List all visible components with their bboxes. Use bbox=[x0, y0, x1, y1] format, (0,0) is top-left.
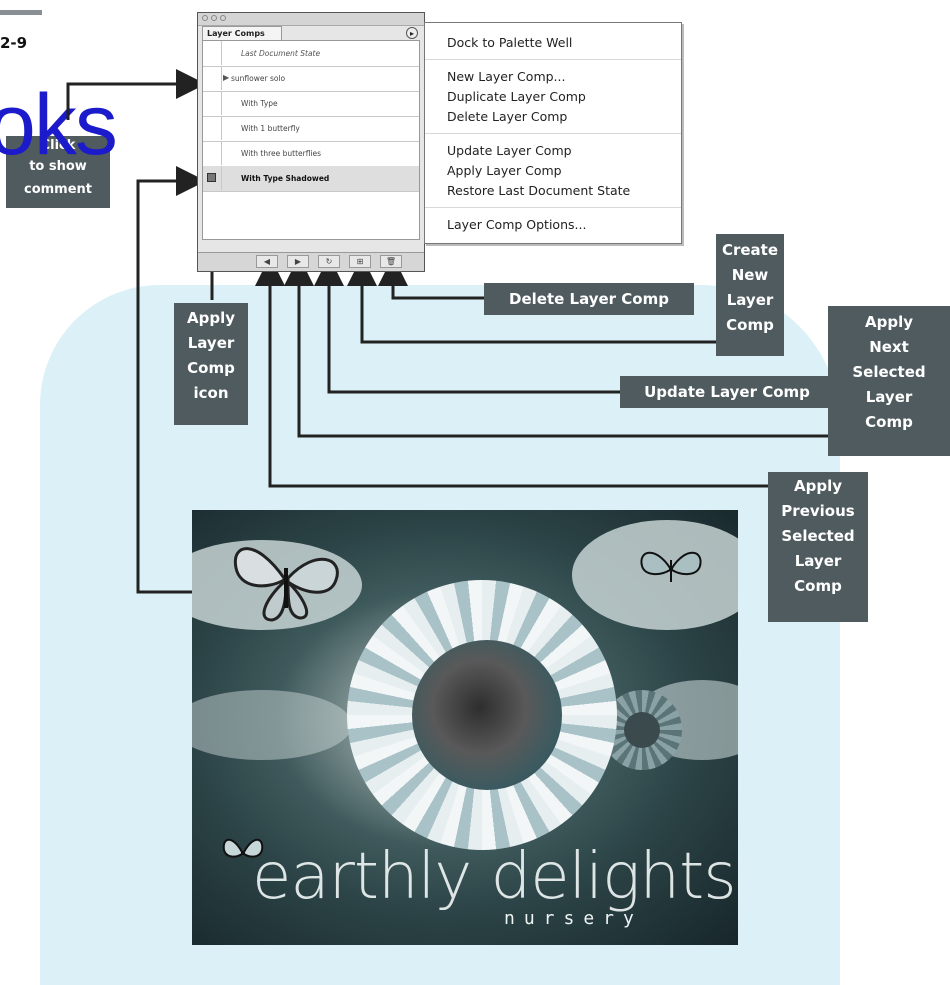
layer-comp-row-selected[interactable]: With Type Shadowed bbox=[203, 166, 419, 192]
callout-line: Comp bbox=[865, 413, 913, 431]
callout-line: Previous bbox=[781, 502, 855, 520]
layer-comp-row[interactable]: ▶ sunflower solo bbox=[203, 66, 419, 92]
menu-item-dock[interactable]: Dock to Palette Well bbox=[447, 35, 572, 50]
layer-comp-label: sunflower solo bbox=[231, 74, 286, 83]
layer-comp-row[interactable]: With 1 butterfly bbox=[203, 116, 419, 142]
minimize-dot-icon[interactable] bbox=[211, 15, 217, 21]
callout-line: Comp bbox=[794, 577, 842, 595]
palette-bottom-bar: ◀ ▶ ↻ ⊞ 🗑 bbox=[198, 252, 424, 271]
sunflower-center bbox=[412, 640, 562, 790]
apply-checkbox[interactable] bbox=[203, 166, 222, 190]
callout-line: Selected bbox=[781, 527, 855, 545]
apply-checkbox[interactable] bbox=[203, 41, 222, 65]
callout-line: Create bbox=[721, 241, 779, 259]
menu-separator bbox=[425, 133, 681, 134]
connector-update bbox=[314, 256, 620, 394]
callout-line: Layer bbox=[187, 334, 235, 352]
callout-line: New bbox=[731, 266, 769, 284]
layer-comp-label: With Type bbox=[241, 99, 278, 108]
callout-apply-previous-selected: Apply Previous Selected Layer Comp bbox=[768, 472, 868, 622]
layer-comp-label: With Type Shadowed bbox=[241, 174, 330, 183]
close-dot-icon[interactable] bbox=[202, 15, 208, 21]
callout-line: Layer bbox=[794, 552, 842, 570]
layer-comps-palette: Layer Comps ▸ Last Document State ▶ sunf… bbox=[197, 12, 425, 272]
callout-line: Selected bbox=[852, 363, 926, 381]
zoom-dot-icon[interactable] bbox=[220, 15, 226, 21]
layer-comp-label: With three butterflies bbox=[241, 149, 322, 158]
logo-nursery: nursery bbox=[504, 908, 643, 929]
callout-line: Layer bbox=[726, 291, 774, 309]
callout-update-layer-comp: Update Layer Comp bbox=[620, 376, 834, 408]
menu-item-delete[interactable]: Delete Layer Comp bbox=[447, 109, 567, 124]
palette-titlebar[interactable] bbox=[198, 13, 424, 26]
apply-checkbox[interactable] bbox=[203, 91, 222, 115]
layer-comp-row[interactable]: With Type bbox=[203, 91, 419, 117]
menu-separator bbox=[425, 207, 681, 208]
connector-note-to-row bbox=[66, 69, 206, 120]
menu-item-options[interactable]: Layer Comp Options... bbox=[447, 217, 586, 232]
callout-line: Apply bbox=[864, 313, 913, 331]
callout-line: Comp bbox=[187, 359, 235, 377]
logo-earthly-delights: earthly delights bbox=[252, 840, 737, 914]
cloud bbox=[192, 690, 352, 760]
menu-item-apply[interactable]: Apply Layer Comp bbox=[447, 163, 562, 178]
artwork-preview: earthly delights nursery bbox=[192, 510, 738, 945]
callout-line: Comp bbox=[726, 316, 774, 334]
callout-apply-next-selected: Apply Next Selected Layer Comp bbox=[828, 306, 950, 456]
palette-flyout-menu: Dock to Palette Well New Layer Comp... D… bbox=[424, 22, 682, 244]
layer-comp-row[interactable]: Last Document State bbox=[203, 41, 419, 67]
palette-menu-button[interactable]: ▸ bbox=[406, 27, 418, 39]
apply-checkbox[interactable] bbox=[203, 141, 222, 165]
callout-create-new-layer-comp: Create New Layer Comp bbox=[716, 234, 784, 356]
delete-layer-comp-button[interactable]: 🗑 bbox=[380, 255, 402, 268]
apply-layer-comp-icon[interactable] bbox=[207, 173, 216, 182]
menu-item-restore[interactable]: Restore Last Document State bbox=[447, 183, 630, 198]
tab-layer-comps[interactable]: Layer Comps bbox=[202, 26, 282, 40]
apply-next-button[interactable]: ▶ bbox=[287, 255, 309, 268]
layer-comp-row[interactable]: With three butterflies bbox=[203, 141, 419, 167]
selected-arrow-icon: ▶ bbox=[223, 73, 230, 82]
callout-line: icon bbox=[193, 384, 229, 402]
layer-comp-label: Last Document State bbox=[241, 49, 321, 58]
menu-item-duplicate[interactable]: Duplicate Layer Comp bbox=[447, 89, 586, 104]
callout-delete-layer-comp: Delete Layer Comp bbox=[484, 283, 694, 315]
layer-comp-label: With 1 butterfly bbox=[241, 124, 300, 133]
callout-line: Layer bbox=[865, 388, 913, 406]
callout-apply-layer-comp-icon: Apply Layer Comp icon bbox=[174, 303, 248, 425]
butterfly-icon bbox=[233, 547, 339, 622]
callout-line: Apply bbox=[793, 477, 842, 495]
apply-checkbox[interactable] bbox=[203, 66, 222, 90]
menu-item-update[interactable]: Update Layer Comp bbox=[447, 143, 572, 158]
menu-item-new[interactable]: New Layer Comp... bbox=[447, 69, 565, 84]
menu-separator bbox=[425, 59, 681, 60]
apply-previous-button[interactable]: ◀ bbox=[256, 255, 278, 268]
create-layer-comp-button[interactable]: ⊞ bbox=[349, 255, 371, 268]
butterfly-icon bbox=[640, 551, 702, 582]
apply-checkbox[interactable] bbox=[203, 116, 222, 140]
callout-line: Apply bbox=[186, 309, 235, 327]
callout-line: Next bbox=[869, 338, 909, 356]
layer-comps-list: Last Document State ▶ sunflower solo Wit… bbox=[202, 40, 420, 240]
update-layer-comp-button[interactable]: ↻ bbox=[318, 255, 340, 268]
